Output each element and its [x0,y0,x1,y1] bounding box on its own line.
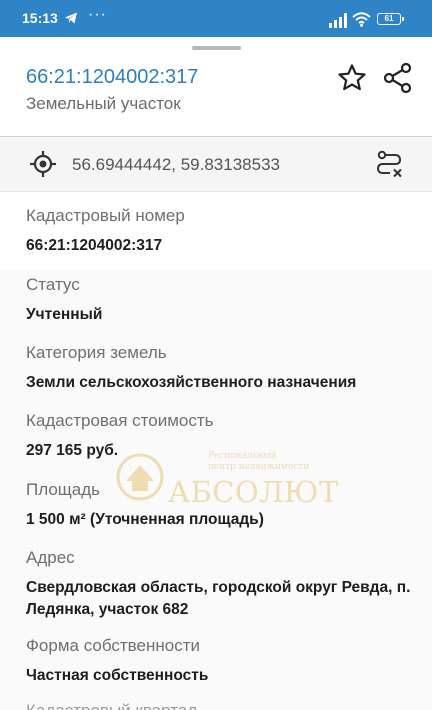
coordinates-text[interactable]: 56.69444442, 59.83138533 [72,155,280,175]
signal-icon [329,13,347,28]
field-value: 1 500 м² (Уточненная площадь) [26,511,264,528]
share-icon[interactable] [383,62,413,94]
field-label: Кадастровая стоимость [26,411,214,430]
field-address: Адрес Свердловская область, городской ок… [26,548,418,621]
field-label: Статус [26,275,80,294]
next-field-label: Кадастровый квартал [26,701,197,710]
status-bar: 15:13 ··· 61 [0,0,432,37]
page-subtitle: Земельный участок [26,94,181,113]
route-icon[interactable] [374,149,404,179]
telegram-icon [65,12,77,24]
drag-handle[interactable] [192,46,241,50]
field-status: Статус Учтенный [26,275,418,326]
field-value: Учтенный [26,306,103,323]
star-icon[interactable] [336,62,368,94]
field-value: Земли сельскохозяйственного назначения [26,374,357,391]
watermark-name: АБСОЛЮТ [168,475,339,509]
page-title: 66:21:1204002:317 [26,66,199,88]
locate-icon[interactable] [29,150,57,178]
battery-icon: 61 [377,13,404,25]
notification-dots: ··· [88,6,107,23]
emblem-icon [116,453,164,501]
divider [0,191,432,192]
field-ownership-form: Форма собственности Частная собственност… [26,636,418,687]
field-land-category: Категория земель Земли сельскохозяйствен… [26,343,418,394]
watermark-logo: Региональный центр недвижимости АБСОЛЮТ [108,447,338,509]
field-value[interactable]: Свердловская область, городской округ Ре… [26,577,418,621]
field-label: Кадастровый номер [26,206,185,225]
field-label: Форма собственности [26,636,200,655]
watermark-text: Региональный центр недвижимости [208,451,310,472]
field-cadastral-number: Кадастровый номер 66:21:1204002:317 [26,206,418,257]
field-value[interactable]: 66:21:1204002:317 [26,235,418,257]
status-time: 15:13 [22,10,58,26]
field-label: Категория земель [26,343,167,362]
wifi-icon [352,12,371,27]
field-label: Адрес [26,548,75,567]
field-value: Частная собственность [26,667,209,684]
